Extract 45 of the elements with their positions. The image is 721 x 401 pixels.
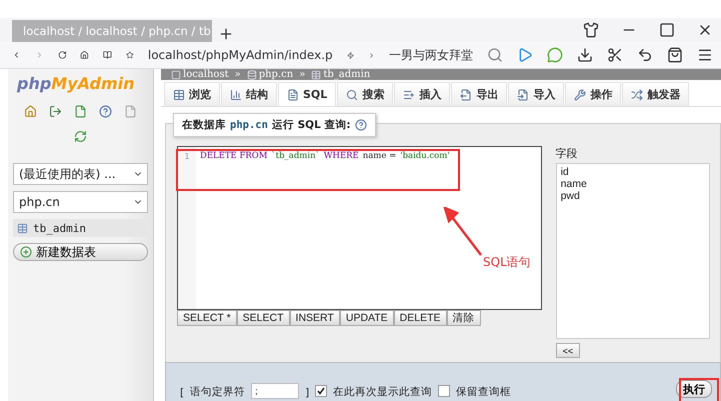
search-text[interactable]: 一男与两女拜堂 (388, 46, 473, 64)
breadcrumb-link[interactable]: localhost (183, 69, 229, 80)
bracket: [ (180, 387, 184, 399)
delimiter-label: 语句定界符 (190, 385, 246, 399)
field-item[interactable]: id (560, 166, 705, 178)
delimiter-field[interactable]: ; (251, 383, 300, 399)
field-item[interactable]: pwd (560, 190, 705, 202)
query-button[interactable]: INSERT (290, 310, 340, 326)
tab[interactable]: 导出 (451, 82, 508, 106)
breadcrumb-separator: » (234, 69, 241, 80)
annotation-text: SQL语句 (483, 254, 531, 271)
tab[interactable]: 操作 (565, 82, 622, 106)
sql-code: DELETE FROM `tb_admin` WHERE name = 'baidu.com' (199, 150, 451, 163)
tab[interactable]: 浏览 (164, 82, 220, 106)
tab[interactable]: SQL (278, 82, 336, 106)
insert-button[interactable]: << (556, 343, 580, 358)
line-number: 1 (183, 152, 191, 161)
query-button[interactable]: SELECT (236, 310, 290, 326)
tab[interactable]: 结构 (221, 82, 277, 106)
query-button[interactable]: SELECT * (177, 310, 237, 326)
tab[interactable]: 插入 (394, 82, 450, 106)
go-button[interactable]: 执行 (676, 380, 712, 398)
query-button[interactable]: 清除 (446, 310, 481, 326)
query-button[interactable]: UPDATE (340, 310, 394, 326)
fields-label: 字段 (556, 146, 579, 161)
phpmyadmin-logo: phpMyAdmin (16, 73, 136, 95)
breadcrumb-link[interactable]: tb_admin (323, 69, 370, 80)
fields-list[interactable]: id name pwd (556, 163, 710, 339)
checkbox-label: 保留查询框 (456, 385, 512, 399)
dropdown[interactable]: php.cn (13, 191, 148, 213)
tab[interactable]: 触发器 (622, 82, 690, 106)
query-button[interactable]: DELETE (394, 310, 447, 326)
breadcrumb-separator: » (299, 69, 306, 80)
table-name: tb_admin (33, 222, 86, 234)
address-field[interactable]: localhost/phpMyAdmin/index.p (148, 48, 333, 62)
tab[interactable]: 导入 (508, 82, 564, 106)
field-item[interactable]: name (560, 178, 705, 190)
tab-title: localhost / localhost / php.cn / tb (23, 24, 211, 38)
checkbox-label: 在此再次显示此查询 (333, 385, 432, 399)
dropdown[interactable]: (最近使用的表) ... (13, 163, 148, 185)
breadcrumb-link[interactable]: php.cn (258, 69, 294, 80)
new-table-button[interactable]: 新建数据表 (13, 243, 148, 261)
panel-legend: 在数据库 php.cn 运行 SQL 查询: (173, 113, 376, 137)
bracket: ] (305, 387, 310, 399)
tab[interactable]: 搜索 (337, 82, 394, 106)
